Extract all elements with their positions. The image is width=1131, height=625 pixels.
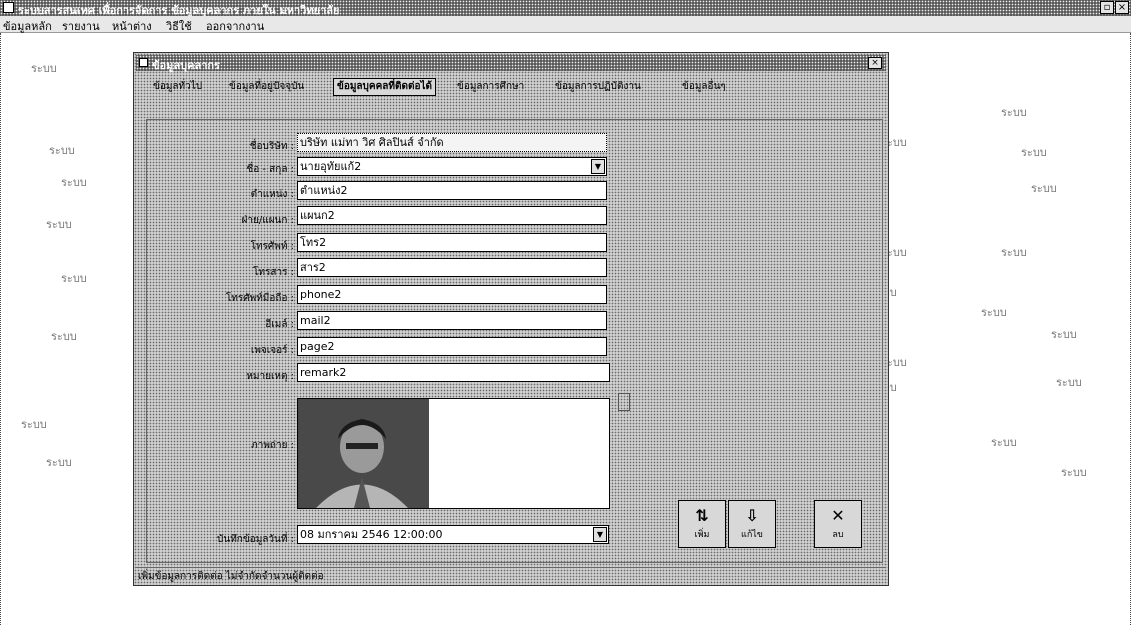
delete-label: ลบ bbox=[832, 530, 844, 540]
tab-work[interactable]: ข้อมูลการปฏิบัติงาน bbox=[552, 79, 644, 95]
watermark-mark: ระบบ bbox=[1021, 146, 1047, 159]
phone-field[interactable]: โทร2 bbox=[297, 233, 607, 252]
watermark-mark: ระบบ bbox=[61, 272, 87, 285]
dialog-titlebar: ข้อมูลบุคลากร × bbox=[136, 55, 886, 72]
email-label: อีเมล์ : bbox=[265, 319, 294, 330]
record-date-label: บันทึกข้อมูลวันที่ : bbox=[217, 534, 294, 545]
close-button[interactable]: × bbox=[1115, 1, 1129, 14]
mobile-label: โทรศัพท์มือถือ : bbox=[225, 293, 294, 304]
mobile-field[interactable]: phone2 bbox=[297, 285, 607, 304]
watermark-mark: ระบบ bbox=[46, 218, 72, 231]
name-value: นายอุทัยแก้2 bbox=[300, 160, 362, 173]
person-photo bbox=[298, 399, 429, 508]
personnel-dialog: ข้อมูลบุคลากร × ข้อมูลทั่วไป ข้อมูลที่อย… bbox=[133, 52, 889, 586]
name-combo[interactable]: นายอุทัยแก้2 ▼ bbox=[297, 157, 607, 176]
save-icon: ⇩ bbox=[745, 506, 759, 525]
email-value: mail2 bbox=[300, 314, 331, 327]
phone-value: โทร2 bbox=[300, 236, 327, 249]
watermark-mark: ระบบ bbox=[61, 176, 87, 189]
pager-field[interactable]: page2 bbox=[297, 337, 607, 356]
watermark-mark: ระบบ bbox=[1001, 106, 1027, 119]
position-value: ตำแหน่ง2 bbox=[300, 184, 348, 197]
chevron-down-icon[interactable]: ▼ bbox=[593, 527, 607, 542]
company-field[interactable]: บริษัท แม่ทา วิศ ศิลปินส์ จำกัด bbox=[297, 133, 607, 152]
watermark-mark: ระบบ bbox=[31, 62, 57, 75]
department-label: ฝ่าย/แผนก : bbox=[241, 215, 294, 226]
delete-icon: ✕ bbox=[831, 506, 845, 525]
company-label: ชื่อบริษัท : bbox=[249, 141, 294, 152]
watermark-mark: ระบบ bbox=[49, 144, 75, 157]
restore-button[interactable]: ▫ bbox=[1100, 1, 1114, 14]
watermark-mark: ระบบ bbox=[21, 418, 47, 431]
position-field[interactable]: ตำแหน่ง2 bbox=[297, 181, 607, 200]
name-label: ชื่อ - สกุล : bbox=[246, 164, 294, 175]
watermark-mark: ระบบ bbox=[1031, 182, 1057, 195]
watermark-mark: ระบบ bbox=[1056, 376, 1082, 389]
watermark-mark: ระบบ bbox=[981, 306, 1007, 319]
fax-label: โทรสาร : bbox=[253, 267, 294, 278]
save-button[interactable]: ⇩ แก้ไข bbox=[728, 500, 776, 548]
remark-value: remark2 bbox=[300, 366, 347, 379]
photo-label: ภาพถ่าย : bbox=[251, 440, 294, 451]
status-text: เพิ่มข้อมูลการติดต่อ ไม่จำกัดจำนวนผู้ติด… bbox=[138, 571, 324, 582]
watermark-mark: ระบบ bbox=[1001, 246, 1027, 259]
dialog-title: ข้อมูลบุคลากร bbox=[152, 59, 220, 72]
main-titlebar: ระบบสารสนเทศ เพื่อการจัดการ ข้อมูลบุคลาก… bbox=[0, 0, 1131, 17]
tab-contact[interactable]: ข้อมูลบุคคลที่ติดต่อได้ bbox=[333, 78, 437, 96]
tab-address[interactable]: ข้อมูลที่อยู่ปัจจุบัน bbox=[226, 79, 307, 95]
add-label: เพิ่ม bbox=[694, 530, 710, 540]
company-value: บริษัท แม่ทา วิศ ศิลปินส์ จำกัด bbox=[300, 136, 444, 149]
save-label: แก้ไข bbox=[741, 530, 763, 540]
watermark-mark: ระบบ bbox=[51, 330, 77, 343]
status-bar: เพิ่มข้อมูลการติดต่อ ไม่จำกัดจำนวนผู้ติด… bbox=[136, 567, 886, 584]
watermark-mark: ระบบ bbox=[1051, 328, 1077, 341]
tab-education[interactable]: ข้อมูลการศึกษา bbox=[454, 79, 527, 95]
tab-general[interactable]: ข้อมูลทั่วไป bbox=[150, 79, 205, 95]
position-label: ตำแหน่ง : bbox=[250, 189, 294, 200]
pager-value: page2 bbox=[300, 340, 335, 353]
record-date-picker[interactable]: 08 มกราคม 2546 12:00:00 ▼ bbox=[297, 525, 609, 544]
fax-field[interactable]: สาร2 bbox=[297, 258, 607, 277]
remark-field[interactable]: remark2 bbox=[297, 363, 610, 382]
chevron-down-icon[interactable]: ▼ bbox=[591, 159, 605, 174]
tab-other[interactable]: ข้อมูลอื่นๆ bbox=[679, 79, 729, 95]
dialog-icon bbox=[139, 58, 148, 67]
photo-box[interactable] bbox=[297, 398, 610, 509]
phone-label: โทรศัพท์ : bbox=[250, 241, 294, 252]
record-date-value: 08 มกราคม 2546 12:00:00 bbox=[300, 528, 443, 541]
menu-bar: ข้อมูลหลัก รายงาน หน้าต่าง วิธีใช้ ออกจา… bbox=[0, 16, 1131, 33]
scroll-grip-icon bbox=[618, 393, 630, 411]
email-field[interactable]: mail2 bbox=[297, 311, 607, 330]
dialog-close-button[interactable]: × bbox=[868, 57, 882, 69]
app-icon bbox=[3, 2, 14, 13]
mobile-value: phone2 bbox=[300, 288, 342, 301]
department-field[interactable]: แผนก2 bbox=[297, 206, 607, 225]
add-icon: ⇅ bbox=[695, 506, 709, 525]
watermark-mark: ระบบ bbox=[991, 436, 1017, 449]
department-value: แผนก2 bbox=[300, 209, 335, 222]
remark-label: หมายเหตุ : bbox=[246, 371, 294, 382]
delete-button[interactable]: ✕ ลบ bbox=[814, 500, 862, 548]
watermark-mark: ระบบ bbox=[46, 456, 72, 469]
pager-label: เพจเจอร์ : bbox=[250, 345, 294, 356]
fax-value: สาร2 bbox=[300, 261, 326, 274]
add-button[interactable]: ⇅ เพิ่ม bbox=[678, 500, 726, 548]
watermark-mark: ระบบ bbox=[1061, 466, 1087, 479]
